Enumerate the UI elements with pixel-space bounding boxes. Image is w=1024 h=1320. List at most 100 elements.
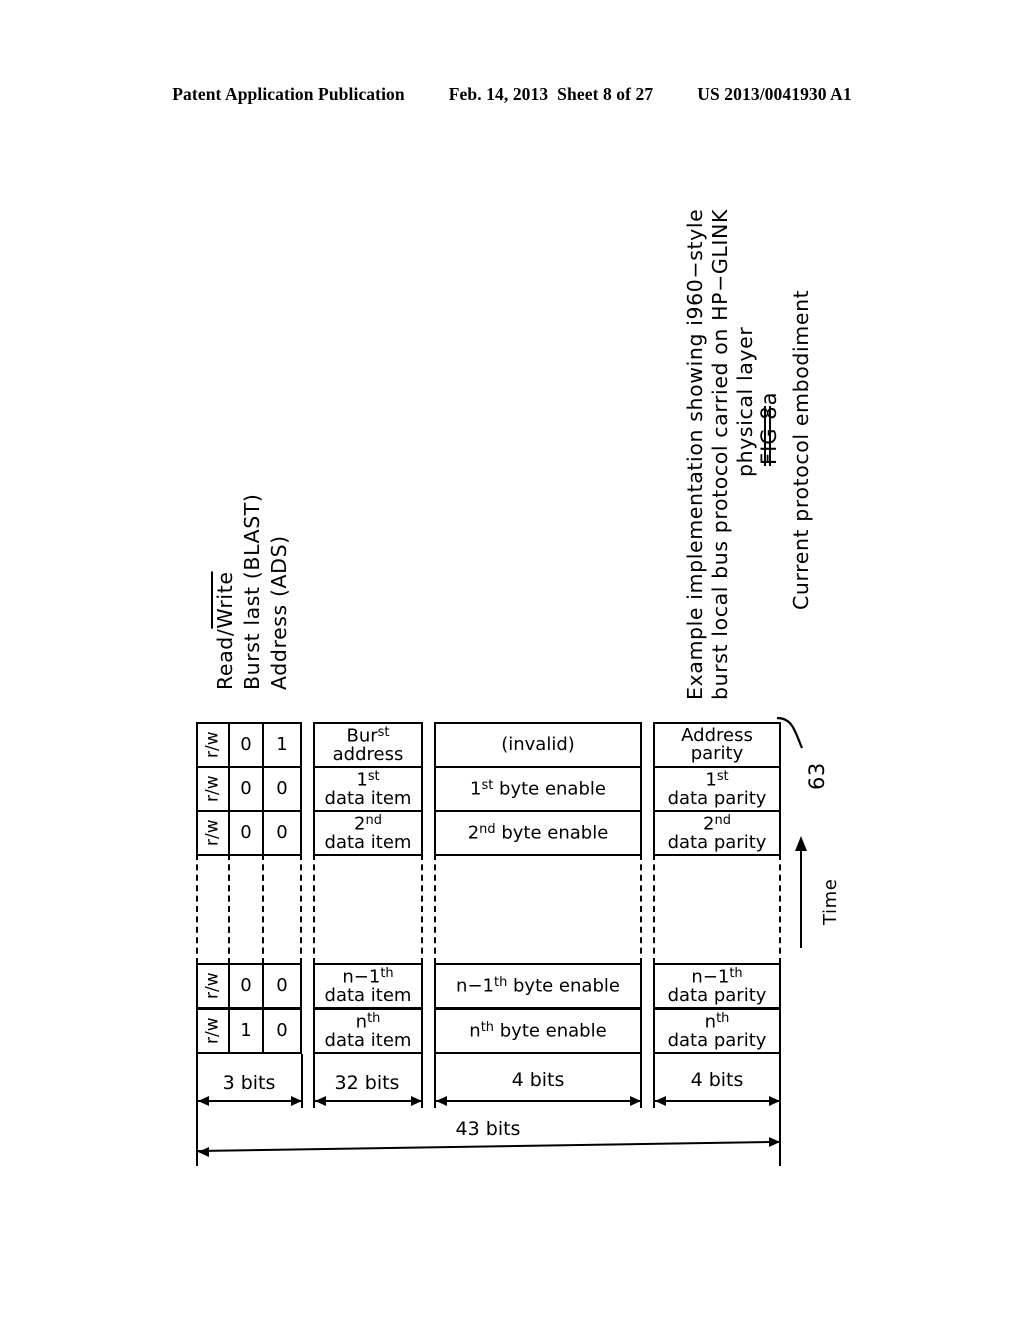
dim-line-4-bits-be	[436, 1100, 641, 1102]
dim-label-4-bits-parity: 4 bits	[690, 1069, 744, 1091]
reference-numeral-63: 63	[805, 762, 829, 790]
parity-line-1: 1st	[705, 768, 729, 791]
data-line-1: n−1th	[342, 965, 394, 988]
rw-value: r/w	[202, 1017, 223, 1045]
data-line-2: data item	[324, 787, 412, 809]
time-axis-shaft	[800, 848, 802, 948]
patent-number: US 2013/0041930 A1	[697, 84, 852, 104]
table-cell-ads: 0	[262, 766, 302, 812]
signal-label-read-write: Read/Write	[213, 571, 237, 690]
time-axis-arrowhead	[795, 836, 807, 851]
data-line-2: data item	[324, 984, 412, 1006]
blast-value: 0	[240, 974, 252, 996]
table-cell-byte-enable: 1st byte enable	[434, 766, 642, 812]
ads-value: 0	[276, 974, 288, 996]
byte-enable-text: 1st byte enable	[470, 778, 606, 800]
table-cell-byte-enable: (invalid)	[434, 722, 642, 768]
blast-value: 0	[240, 821, 252, 843]
caption-line-3: physical layer	[733, 326, 757, 477]
data-line-2: address	[332, 743, 404, 765]
blast-value: 0	[240, 733, 252, 755]
dim-arrow-left	[655, 1096, 666, 1106]
table-cell-rw: r/w	[196, 1008, 230, 1054]
parity-line-1: 2nd	[703, 812, 731, 835]
caption-line-1: Example implementation showing i960−styl…	[683, 208, 707, 700]
data-line-1: 2nd	[354, 812, 382, 835]
ads-value: 0	[276, 821, 288, 843]
continuation-control-2	[228, 854, 264, 964]
rw-value: r/w	[202, 731, 223, 759]
table-cell-parity: nth data parity	[653, 1008, 781, 1054]
rw-value: r/w	[202, 972, 223, 1000]
byte-enable-text: n−1th byte enable	[456, 975, 620, 997]
dim-arrow-left-total	[198, 1147, 209, 1157]
table-cell-parity: 2nd data parity	[653, 810, 781, 856]
continuation-data	[313, 854, 423, 964]
ads-value: 0	[276, 1019, 288, 1041]
table-cell-parity: n−1th data parity	[653, 963, 781, 1009]
table-cell-blast: 0	[228, 810, 264, 856]
blast-value: 1	[240, 1019, 252, 1041]
table-cell-byte-enable: n−1th byte enable	[434, 963, 642, 1009]
continuation-control-1	[196, 854, 230, 964]
parity-line-2: data parity	[667, 984, 767, 1006]
table-cell-data-item: n−1th data item	[313, 963, 423, 1009]
data-line-1: nth	[355, 1010, 381, 1033]
parity-line-2: data parity	[667, 1029, 767, 1051]
table-cell-rw: r/w	[196, 766, 230, 812]
blast-value: 0	[240, 777, 252, 799]
rw-value: r/w	[202, 819, 223, 847]
dim-arrow-right	[411, 1096, 422, 1106]
table-cell-parity: Address parity	[653, 722, 781, 768]
publication-label: Patent Application Publication	[172, 84, 405, 104]
table-cell-byte-enable: nth byte enable	[434, 1008, 642, 1054]
byte-enable-text: (invalid)	[501, 733, 575, 755]
byte-enable-text: nth byte enable	[469, 1020, 607, 1042]
table-cell-rw: r/w	[196, 810, 230, 856]
table-cell-blast: 0	[228, 722, 264, 768]
dim-label-32-bits: 32 bits	[334, 1072, 400, 1094]
continuation-byte-enable	[434, 854, 642, 964]
read-write-prefix: Read/	[213, 628, 237, 690]
dim-line-3-bits	[198, 1100, 302, 1102]
figure-underline-top	[764, 406, 766, 466]
signal-label-address: Address (ADS)	[267, 535, 291, 690]
ads-value: 0	[276, 777, 288, 799]
dim-label-4-bits-be: 4 bits	[511, 1069, 565, 1091]
table-cell-blast: 0	[228, 766, 264, 812]
data-line-1: Burst	[346, 724, 390, 747]
data-line-2: data item	[324, 1029, 412, 1051]
table-cell-blast: 1	[228, 1008, 264, 1054]
table-cell-byte-enable: 2nd byte enable	[434, 810, 642, 856]
caption-line-2: burst local bus protocol carried on HP−G…	[708, 209, 732, 700]
table-cell-ads: 0	[262, 963, 302, 1009]
ads-value: 1	[276, 733, 288, 755]
table-cell-ads: 0	[262, 1008, 302, 1054]
data-line-2: data item	[324, 831, 412, 853]
table-cell-parity: 1st data parity	[653, 766, 781, 812]
patent-header: Patent Application Publication Feb. 14, …	[0, 84, 1024, 105]
table-cell-blast: 0	[228, 963, 264, 1009]
parity-line-1: n−1th	[691, 965, 743, 988]
address-text: Address (ADS)	[267, 535, 291, 690]
rw-value: r/w	[202, 775, 223, 803]
reference-leader-line	[776, 716, 804, 749]
table-cell-rw: r/w	[196, 722, 230, 768]
table-cell-data-item: 1st data item	[313, 766, 423, 812]
dim-label-total-bits: 43 bits	[455, 1118, 521, 1140]
table-cell-data-item: nth data item	[313, 1008, 423, 1054]
table-cell-data-item: 2nd data item	[313, 810, 423, 856]
caption-embodiment: Current protocol embodiment	[789, 289, 813, 610]
byte-enable-text: 2nd byte enable	[467, 822, 609, 844]
date-sheet-label: Feb. 14, 2013 Sheet 8 of 27	[448, 84, 654, 104]
dim-line-32-bits	[315, 1100, 422, 1102]
figure-underline-bottom	[769, 406, 771, 466]
dim-line-4-bits-parity	[655, 1100, 780, 1102]
continuation-parity	[653, 854, 781, 964]
dim-arrow-right	[291, 1096, 302, 1106]
time-axis-label: Time	[820, 878, 841, 925]
read-write-overlined: Write	[213, 571, 237, 629]
dim-arrow-right	[630, 1096, 641, 1106]
dim-arrow-left	[436, 1096, 447, 1106]
data-line-1: 1st	[356, 768, 380, 791]
